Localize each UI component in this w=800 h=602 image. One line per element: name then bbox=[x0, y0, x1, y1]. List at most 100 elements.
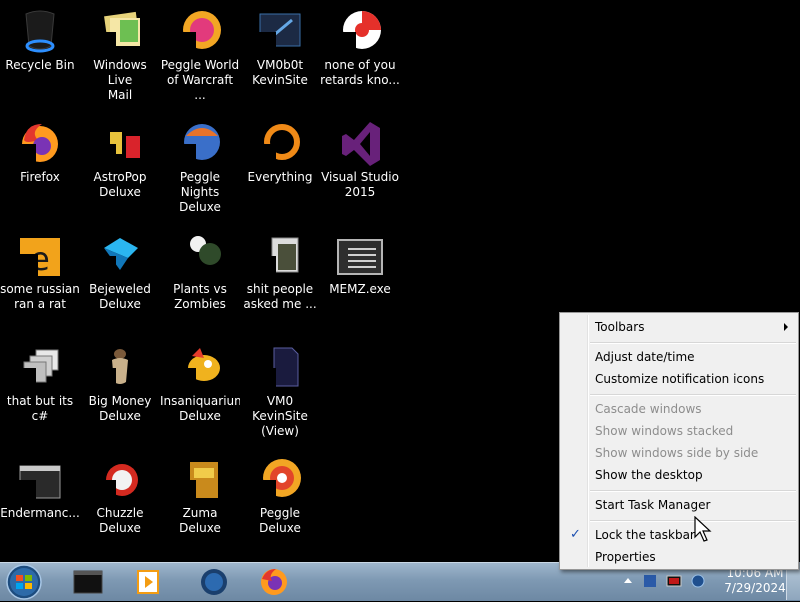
checkmark-icon: ✓ bbox=[570, 527, 581, 542]
taskbar-pinned-terminal[interactable] bbox=[64, 565, 112, 599]
icon-label: VM0b0t KevinSite bbox=[252, 58, 308, 87]
desktop-icon-recycle-bin[interactable]: Recycle Bin bbox=[0, 0, 80, 108]
icon-label: Peggle Deluxe bbox=[259, 506, 301, 535]
monitor-app-icon[interactable] bbox=[642, 573, 658, 589]
astropop-icon bbox=[96, 132, 140, 168]
desktop-icon-windows-live-mail[interactable]: Windows Live Mail bbox=[80, 0, 160, 108]
mouse-cursor-icon bbox=[694, 516, 712, 542]
peggle-nights-icon bbox=[176, 124, 220, 168]
icon-label: Bejeweled Deluxe bbox=[89, 282, 151, 311]
icon-label: Windows Live Mail bbox=[93, 58, 147, 102]
icon-label: Peggle World of Warcraft ... bbox=[160, 58, 240, 102]
desktop-icon-big-money[interactable]: Big Money Deluxe bbox=[80, 336, 160, 444]
menu-item-lock-the-taskbar[interactable]: ✓ Lock the taskbar bbox=[562, 524, 796, 546]
bejeweled-icon bbox=[96, 238, 138, 280]
desktop-icon-plants-vs-zombies[interactable]: Plants vs Zombies bbox=[160, 224, 240, 332]
icon-label: Peggle Nights Deluxe bbox=[179, 170, 221, 214]
icon-label: Recycle Bin bbox=[5, 58, 75, 72]
menu-item-toolbars[interactable]: Toolbars bbox=[562, 316, 796, 338]
desktop-icon-none-of-you[interactable]: none of you retards kno... bbox=[320, 0, 400, 108]
zuma-icon bbox=[176, 462, 218, 504]
show-hidden-icons-icon[interactable] bbox=[620, 573, 636, 589]
icon-label: Firefox bbox=[20, 170, 60, 184]
desktop-icon-everything[interactable]: Everything bbox=[240, 112, 320, 220]
firefox-icon bbox=[16, 124, 58, 168]
desktop-icon-that-but-c[interactable]: that but its c# bbox=[0, 336, 80, 444]
menu-item-label: Toolbars bbox=[595, 320, 645, 334]
network-icon[interactable] bbox=[690, 573, 706, 589]
desktop-icon-peggle-nights[interactable]: Peggle Nights Deluxe bbox=[160, 112, 240, 220]
recycle-bin-icon bbox=[25, 10, 55, 53]
menu-separator bbox=[590, 394, 796, 396]
menu-separator bbox=[590, 520, 796, 522]
firefox-icon bbox=[261, 569, 287, 595]
media-player-icon bbox=[137, 570, 159, 594]
menu-item-show-windows-side-by-side: Show windows side by side bbox=[562, 442, 796, 464]
desktop-icon-insaniquarium[interactable]: Insaniquarium Deluxe bbox=[160, 336, 240, 444]
menu-item-properties[interactable]: Properties bbox=[562, 546, 796, 568]
taskbar-pinned-media-player[interactable] bbox=[124, 565, 172, 599]
peggle-deluxe-icon bbox=[256, 459, 301, 504]
desktop-icon-bejeweled[interactable]: Bejeweled Deluxe bbox=[80, 224, 160, 332]
everything-icon bbox=[256, 124, 300, 168]
desktop-icon-vm0-kevinsite-view[interactable]: VM0 KevinSite (View) bbox=[240, 336, 320, 444]
windows-live-mail-icon bbox=[96, 11, 140, 56]
big-money-icon bbox=[96, 349, 128, 392]
icon-label: MEMZ.exe bbox=[329, 282, 391, 296]
desktop-icon-astropop[interactable]: AstroPop Deluxe bbox=[80, 112, 160, 220]
system-clock[interactable]: 10:06 AM 7/29/2024 bbox=[720, 566, 790, 596]
internet-explorer-icon: e bbox=[16, 238, 60, 280]
taskbar-pinned-globe[interactable] bbox=[190, 565, 238, 599]
menu-item-label: Show windows side by side bbox=[595, 446, 759, 460]
desktop-icon-memz[interactable]: MEMZ.exe bbox=[320, 224, 400, 332]
menu-item-start-task-manager[interactable]: Start Task Manager bbox=[562, 494, 796, 516]
desktop-icon-shit-people[interactable]: shit people asked me ... bbox=[240, 224, 320, 332]
visual-studio-icon bbox=[342, 122, 380, 166]
terminal-app-icon bbox=[73, 570, 103, 594]
menu-item-customize-notification-icons[interactable]: Customize notification icons bbox=[562, 368, 796, 390]
menu-item-label: Cascade windows bbox=[595, 402, 702, 416]
menu-item-show-the-desktop[interactable]: Show the desktop bbox=[562, 464, 796, 486]
red-window-icon[interactable] bbox=[666, 573, 682, 589]
windows-shortcut-icon bbox=[16, 349, 59, 392]
desktop-icon-chuzzle[interactable]: Chuzzle Deluxe bbox=[80, 448, 160, 556]
desktop-icon-some-russian[interactable]: e some russian ran a rat bbox=[0, 224, 80, 332]
globe-app-icon bbox=[201, 569, 227, 595]
taskbar-context-menu: Toolbars Adjust date/time Customize noti… bbox=[559, 312, 799, 570]
desktop-icon-peggle-world[interactable]: Peggle World of Warcraft ... bbox=[160, 0, 240, 108]
console-window-icon bbox=[16, 465, 61, 504]
menu-item-label: Properties bbox=[595, 550, 656, 564]
icon-label: Endermanc... bbox=[0, 506, 80, 520]
icon-label: Plants vs Zombies bbox=[173, 282, 227, 311]
icon-label: VM0 KevinSite (View) bbox=[252, 394, 308, 438]
menu-item-label: Start Task Manager bbox=[595, 498, 711, 512]
desktop-icon-zuma[interactable]: Zuma Deluxe bbox=[160, 448, 240, 556]
plants-vs-zombies-icon bbox=[176, 236, 221, 280]
desktop-icon-visual-studio[interactable]: Visual Studio 2015 bbox=[320, 112, 400, 220]
menu-item-label: Adjust date/time bbox=[595, 350, 695, 364]
icon-label: shit people asked me ... bbox=[243, 282, 317, 311]
desktop-icon-vm0b0t[interactable]: VM0b0t KevinSite bbox=[240, 0, 320, 108]
chuzzle-icon bbox=[96, 464, 138, 504]
clock-date: 7/29/2024 bbox=[724, 581, 786, 595]
icon-label: Insaniquarium Deluxe bbox=[160, 394, 240, 423]
taskbar-pinned-firefox[interactable] bbox=[250, 565, 298, 599]
icon-label: none of you retards kno... bbox=[320, 58, 400, 87]
menu-item-adjust-date-time[interactable]: Adjust date/time bbox=[562, 346, 796, 368]
menu-item-show-windows-stacked: Show windows stacked bbox=[562, 420, 796, 442]
icon-label: Big Money Deluxe bbox=[88, 394, 152, 423]
desktop-icon-peggle-deluxe[interactable]: Peggle Deluxe bbox=[240, 448, 320, 556]
desktop-icon-endermanch[interactable]: Endermanc... bbox=[0, 448, 80, 556]
windows-start-orb-icon[interactable] bbox=[4, 563, 44, 601]
submenu-arrow-icon bbox=[784, 323, 788, 331]
peggle-world-icon bbox=[176, 11, 221, 56]
menu-separator bbox=[590, 342, 796, 344]
vm0-kevinsite-icon bbox=[256, 347, 299, 392]
vm0b0t-icon bbox=[256, 13, 301, 56]
menu-separator bbox=[590, 490, 796, 492]
icon-label: Zuma Deluxe bbox=[179, 506, 221, 535]
folder-icon bbox=[256, 237, 299, 280]
menu-item-label: Show the desktop bbox=[595, 468, 703, 482]
icon-label: AstroPop Deluxe bbox=[93, 170, 147, 199]
desktop-icon-firefox[interactable]: Firefox bbox=[0, 112, 80, 220]
